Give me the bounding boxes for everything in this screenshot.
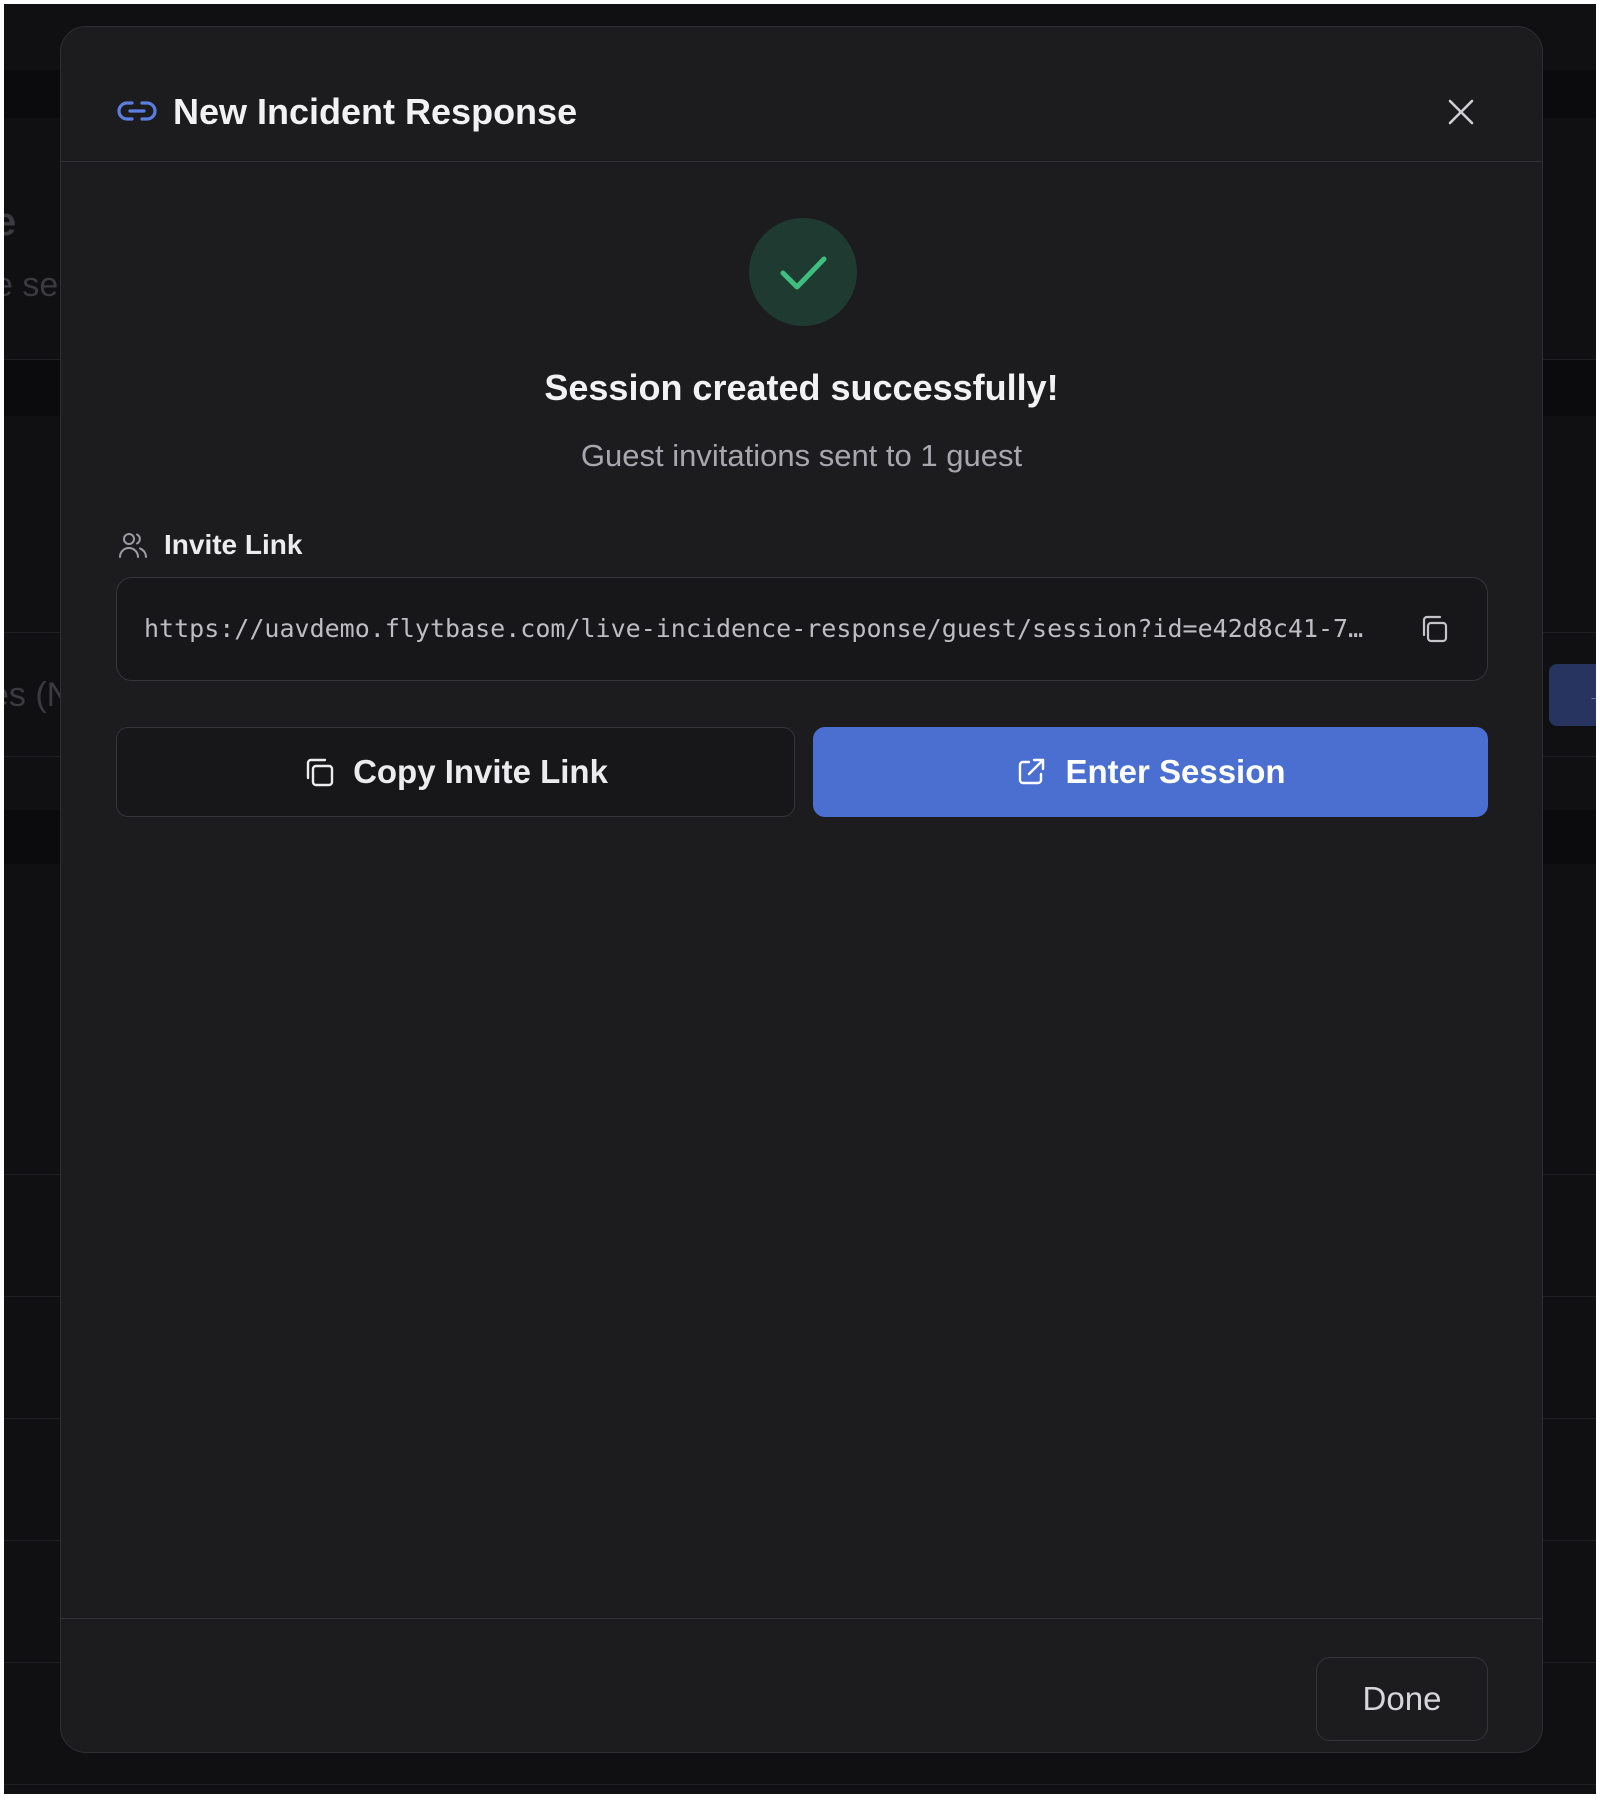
link-icon	[117, 101, 157, 121]
check-icon	[780, 256, 827, 290]
close-icon[interactable]	[1446, 97, 1476, 127]
done-button[interactable]: Done	[1316, 1657, 1488, 1741]
screen: e e se es (N → New Incident Response	[4, 4, 1596, 1794]
success-badge	[749, 218, 857, 326]
users-icon	[119, 533, 148, 558]
invite-link-field[interactable]: https://uavdemo.flytbase.com/live-incide…	[116, 577, 1488, 681]
arrow-right-icon: →	[1587, 682, 1596, 707]
success-subtitle: Guest invitations sent to 1 guest	[580, 438, 1023, 473]
background-subtext-fragment: e se	[4, 266, 59, 304]
enter-session-label: Enter Session	[1065, 753, 1286, 790]
enter-session-button[interactable]: Enter Session	[813, 727, 1488, 817]
background-divider	[4, 1784, 1596, 1785]
success-title: Session created successfully!	[544, 367, 1059, 408]
copy-icon[interactable]	[1419, 614, 1449, 644]
copy-icon	[306, 758, 334, 787]
background-heading-fragment: e	[4, 200, 17, 244]
external-link-icon	[1019, 758, 1045, 785]
invite-link-url[interactable]: https://uavdemo.flytbase.com/live-incide…	[144, 614, 1374, 643]
copy-invite-link-label: Copy Invite Link	[353, 753, 608, 790]
incident-response-modal: New Incident Response Session created su…	[60, 26, 1543, 1753]
background-arrow-button: →	[1549, 664, 1596, 726]
invite-link-label: Invite Link	[164, 529, 303, 560]
copy-invite-link-button[interactable]: Copy Invite Link	[116, 727, 795, 817]
modal-footer-divider	[61, 1618, 1542, 1619]
modal-header: New Incident Response	[61, 27, 1542, 162]
modal-title: New Incident Response	[173, 91, 578, 132]
